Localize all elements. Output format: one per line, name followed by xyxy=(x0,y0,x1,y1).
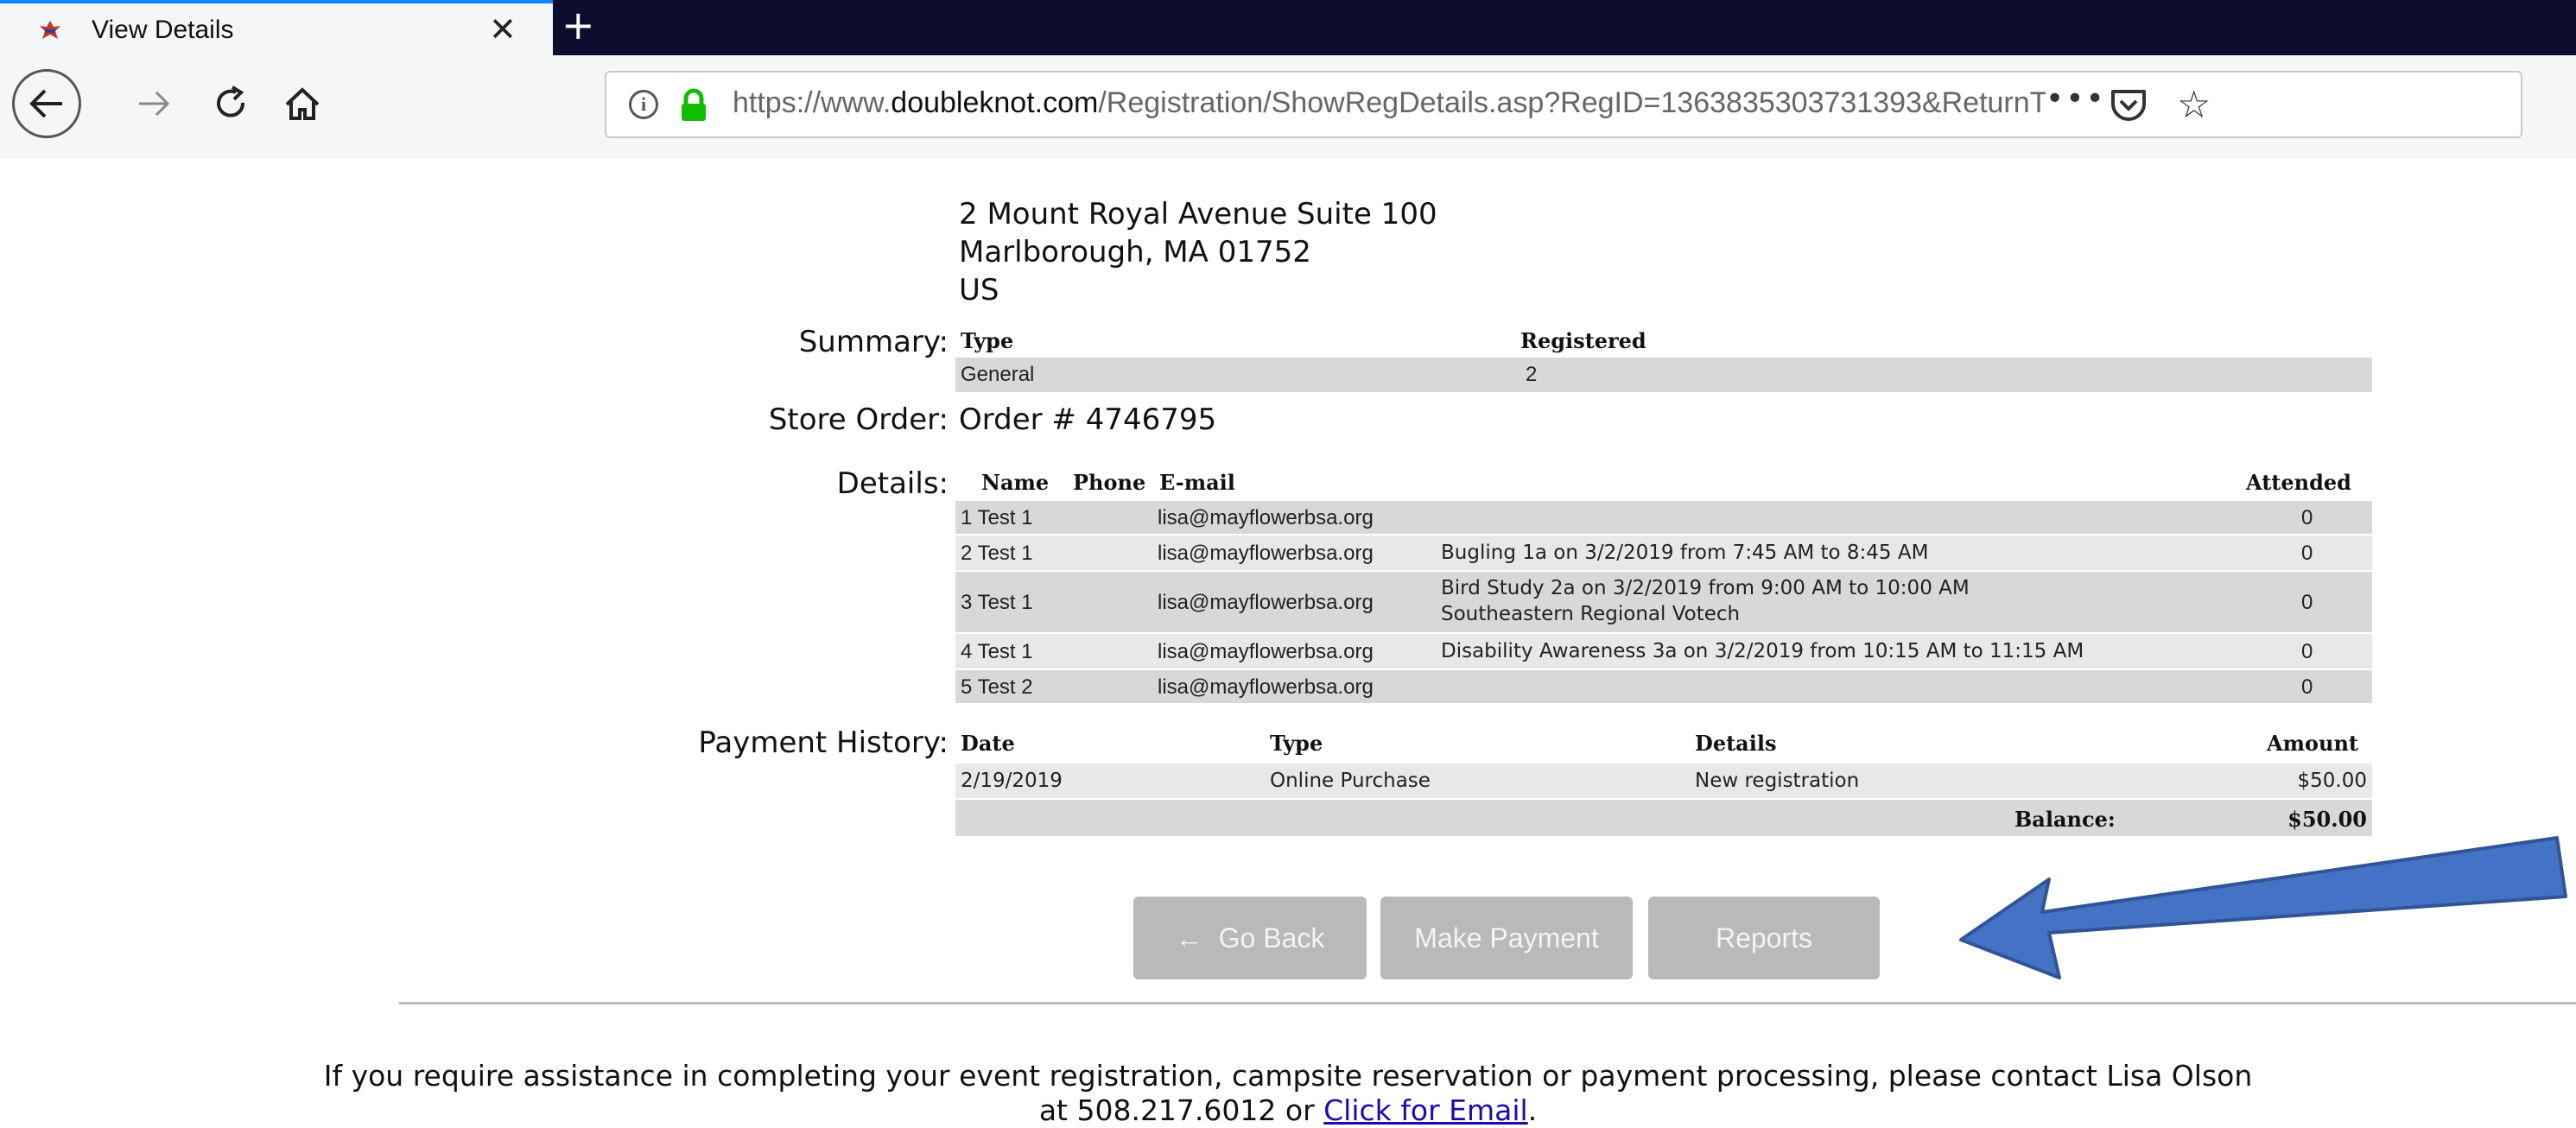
detail-attended: 0 xyxy=(2301,591,2313,614)
scout-favicon-icon xyxy=(40,21,60,39)
detail-attended: 0 xyxy=(2301,675,2313,699)
detail-event: Bugling 1a on 3/2/2019 from 7:45 AM to 8… xyxy=(1441,542,1929,564)
go-back-label: Go Back xyxy=(1218,922,1325,954)
footer-text: If you require assistance in completing … xyxy=(0,1059,2576,1128)
home-button[interactable] xyxy=(278,78,327,130)
pocket-icon[interactable] xyxy=(2110,86,2148,124)
details-row: 4 Test 1 lisa@mayflowerbsa.org Disabilit… xyxy=(955,634,2372,669)
page-actions-icon[interactable]: ••• xyxy=(2046,81,2106,117)
details-row: 5 Test 2 lisa@mayflowerbsa.org 0 xyxy=(955,670,2372,703)
url-path: /Registration/ShowRegDetails.asp?RegID=1… xyxy=(1098,86,2046,119)
home-icon xyxy=(285,87,320,120)
summary-header-type: Type xyxy=(961,328,1014,353)
details-row: 1 Test 1 lisa@mayflowerbsa.org 0 xyxy=(955,501,2372,534)
reports-label: Reports xyxy=(1715,922,1813,954)
store-order-value: Order # 4746795 xyxy=(959,402,1217,437)
balance-label: Balance: xyxy=(2014,807,2116,832)
arrow-shape xyxy=(1959,836,2567,979)
payment-details: New registration xyxy=(1695,770,1860,792)
payment-header-amount: Amount xyxy=(2267,731,2359,756)
details-header-email: E-mail xyxy=(1159,470,1235,495)
url-domain: doubleknot.com xyxy=(891,86,1099,119)
details-label: Details: xyxy=(836,466,949,501)
browser-forward-button[interactable] xyxy=(133,78,174,130)
address-line1: 2 Mount Royal Avenue Suite 100 xyxy=(959,197,1437,231)
email-link[interactable]: Click for Email xyxy=(1323,1093,1528,1127)
detail-email: lisa@mayflowerbsa.org xyxy=(1158,506,1374,529)
detail-name: 1 Test 1 xyxy=(961,506,1033,529)
detail-event: Bird Study 2a on 3/2/2019 from 9:00 AM t… xyxy=(1441,577,1970,599)
balance-value: $50.00 xyxy=(2287,807,2367,832)
divider xyxy=(399,1002,2576,1004)
make-payment-label: Make Payment xyxy=(1414,922,1599,954)
details-header-attended: Attended xyxy=(2246,470,2351,495)
close-tab-icon[interactable]: ✕ xyxy=(489,10,517,48)
detail-name: 3 Test 1 xyxy=(961,591,1033,614)
payment-history-label: Payment History: xyxy=(698,726,949,760)
go-back-button[interactable]: ← Go Back xyxy=(1133,897,1367,979)
detail-event-location: Southeastern Regional Votech xyxy=(1441,603,1741,625)
url-prefix: https://www. xyxy=(733,86,891,119)
payment-type: Online Purchase xyxy=(1270,770,1431,792)
tab-view-details[interactable]: View Details ✕ xyxy=(0,3,553,55)
detail-email: lisa@mayflowerbsa.org xyxy=(1158,591,1374,614)
summary-label: Summary: xyxy=(798,325,949,359)
payment-header-date: Date xyxy=(961,731,1015,756)
reports-button[interactable]: Reports xyxy=(1648,897,1880,979)
detail-name: 4 Test 1 xyxy=(961,640,1033,663)
details-row: 2 Test 1 lisa@mayflowerbsa.org Bugling 1… xyxy=(955,535,2372,570)
detail-attended: 0 xyxy=(2301,542,2313,565)
reload-icon xyxy=(217,86,245,117)
footer-phone-text: at 508.217.6012 or xyxy=(1038,1093,1324,1127)
new-tab-icon[interactable]: + xyxy=(562,5,595,45)
summary-row: General 2 xyxy=(955,358,2372,392)
annotation-arrow xyxy=(1959,836,2567,979)
payment-row: 2/19/2019 Online Purchase New registrati… xyxy=(955,764,2372,798)
detail-email: lisa@mayflowerbsa.org xyxy=(1158,675,1374,699)
forward-arrow-icon xyxy=(139,91,170,117)
bookmark-star-icon[interactable]: ☆ xyxy=(2177,83,2211,127)
tab-title: View Details xyxy=(92,16,234,44)
summary-type: General xyxy=(961,363,1035,386)
summary-registered: 2 xyxy=(1526,363,1538,386)
back-arrow-icon xyxy=(29,89,62,118)
store-order-label: Store Order: xyxy=(768,402,949,437)
detail-attended: 0 xyxy=(2301,506,2313,529)
tab-bar: View Details ✕ + xyxy=(0,0,2576,55)
info-icon[interactable]: i xyxy=(629,90,658,119)
url-text[interactable]: https://www.doubleknot.com/Registration/… xyxy=(733,86,2046,120)
payment-header-details: Details xyxy=(1695,731,1777,756)
footer-line1: If you require assistance in completing … xyxy=(323,1059,2253,1093)
payment-amount: $50.00 xyxy=(2297,770,2367,792)
detail-attended: 0 xyxy=(2301,640,2313,663)
details-header-phone: Phone xyxy=(1073,470,1146,495)
address-line3: US xyxy=(959,273,999,307)
detail-name: 5 Test 2 xyxy=(961,675,1033,699)
detail-name: 2 Test 1 xyxy=(961,542,1033,565)
detail-email: lisa@mayflowerbsa.org xyxy=(1158,542,1374,565)
navigation-toolbar: i https://www.doubleknot.com/Registratio… xyxy=(0,55,2576,159)
lock-icon[interactable] xyxy=(677,88,710,123)
footer-line2: at 508.217.6012 or Click for Email. xyxy=(0,1093,2576,1128)
back-arrow-icon: ← xyxy=(1175,922,1203,954)
payment-header-type: Type xyxy=(1270,731,1323,756)
browser-back-button[interactable] xyxy=(12,69,81,138)
detail-email: lisa@mayflowerbsa.org xyxy=(1158,640,1374,663)
address-bar[interactable]: i https://www.doubleknot.com/Registratio… xyxy=(605,71,2522,138)
payment-date: 2/19/2019 xyxy=(961,770,1063,792)
make-payment-button[interactable]: Make Payment xyxy=(1380,897,1633,979)
summary-header-registered: Registered xyxy=(1520,328,1646,353)
reload-button[interactable] xyxy=(207,78,256,130)
detail-event: Disability Awareness 3a on 3/2/2019 from… xyxy=(1441,640,2084,662)
details-header-name: Name xyxy=(981,470,1050,495)
footer-period: . xyxy=(1527,1093,1538,1127)
details-row: 3 Test 1 lisa@mayflowerbsa.org Bird Stud… xyxy=(955,572,2372,632)
address-line2: Marlborough, MA 01752 xyxy=(959,235,1311,269)
